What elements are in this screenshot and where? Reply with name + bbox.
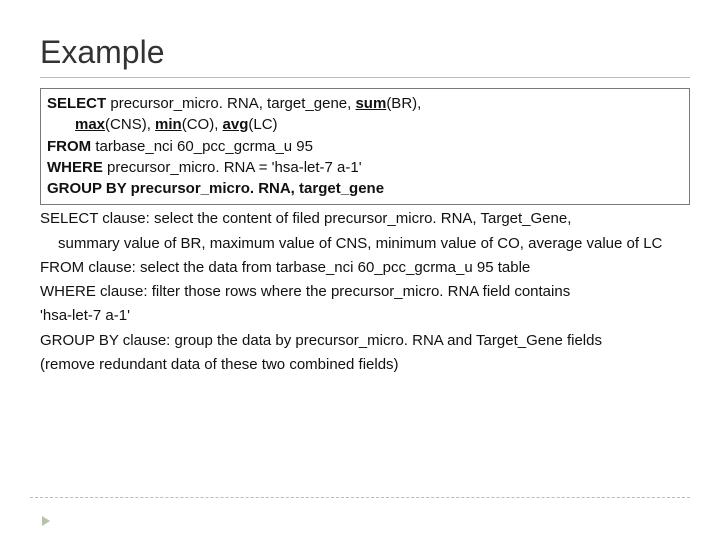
explain-groupby-line2: (remove redundant data of these two comb…	[40, 355, 690, 375]
explain-select-line2: summary value of BR, maximum value of CN…	[40, 234, 690, 254]
text: (CNS),	[105, 116, 155, 133]
sql-line-select: SELECT precursor_micro. RNA, target_gene…	[47, 94, 683, 114]
func-min: min	[155, 116, 182, 133]
title-divider	[40, 77, 690, 78]
text: tarbase_nci 60_pcc_gcrma_u 95	[91, 138, 313, 155]
explain-from: FROM clause: select the data from tarbas…	[40, 258, 690, 278]
title-area: Example	[0, 0, 720, 82]
explain-groupby-line1: GROUP BY clause: group the data by precu…	[40, 331, 690, 351]
slide: Example SELECT precursor_micro. RNA, tar…	[0, 0, 720, 540]
func-max: max	[75, 116, 105, 133]
explain-where-line2: 'hsa-let-7 a-1'	[40, 306, 690, 326]
keyword-select: SELECT	[47, 95, 106, 112]
footer-divider	[30, 497, 690, 498]
text: (BR),	[386, 95, 421, 112]
text: precursor_micro. RNA, target_gene,	[106, 95, 355, 112]
bullet-icon	[42, 516, 50, 526]
sql-line-from: FROM tarbase_nci 60_pcc_gcrma_u 95	[47, 137, 683, 157]
sql-line-groupby: GROUP BY precursor_micro. RNA, target_ge…	[47, 179, 683, 199]
keyword-from: FROM	[47, 138, 91, 155]
sql-line-aggregates: max(CNS), min(CO), avg(LC)	[47, 115, 683, 135]
keyword-where: WHERE	[47, 159, 103, 176]
text: (CO),	[182, 116, 223, 133]
explain-select-line1: SELECT clause: select the content of fil…	[40, 209, 690, 229]
sql-line-where: WHERE precursor_micro. RNA = 'hsa-let-7 …	[47, 158, 683, 178]
func-sum: sum	[355, 95, 386, 112]
explain-where-line1: WHERE clause: filter those rows where th…	[40, 282, 690, 302]
slide-title: Example	[40, 34, 690, 71]
keyword-groupby: GROUP BY	[47, 180, 126, 197]
sql-query-box: SELECT precursor_micro. RNA, target_gene…	[40, 88, 690, 205]
text: (LC)	[248, 116, 277, 133]
text: precursor_micro. RNA = 'hsa-let-7 a-1'	[103, 159, 362, 176]
text: precursor_micro. RNA, target_gene	[126, 180, 384, 197]
func-avg: avg	[223, 116, 249, 133]
slide-content: SELECT precursor_micro. RNA, target_gene…	[0, 82, 720, 389]
